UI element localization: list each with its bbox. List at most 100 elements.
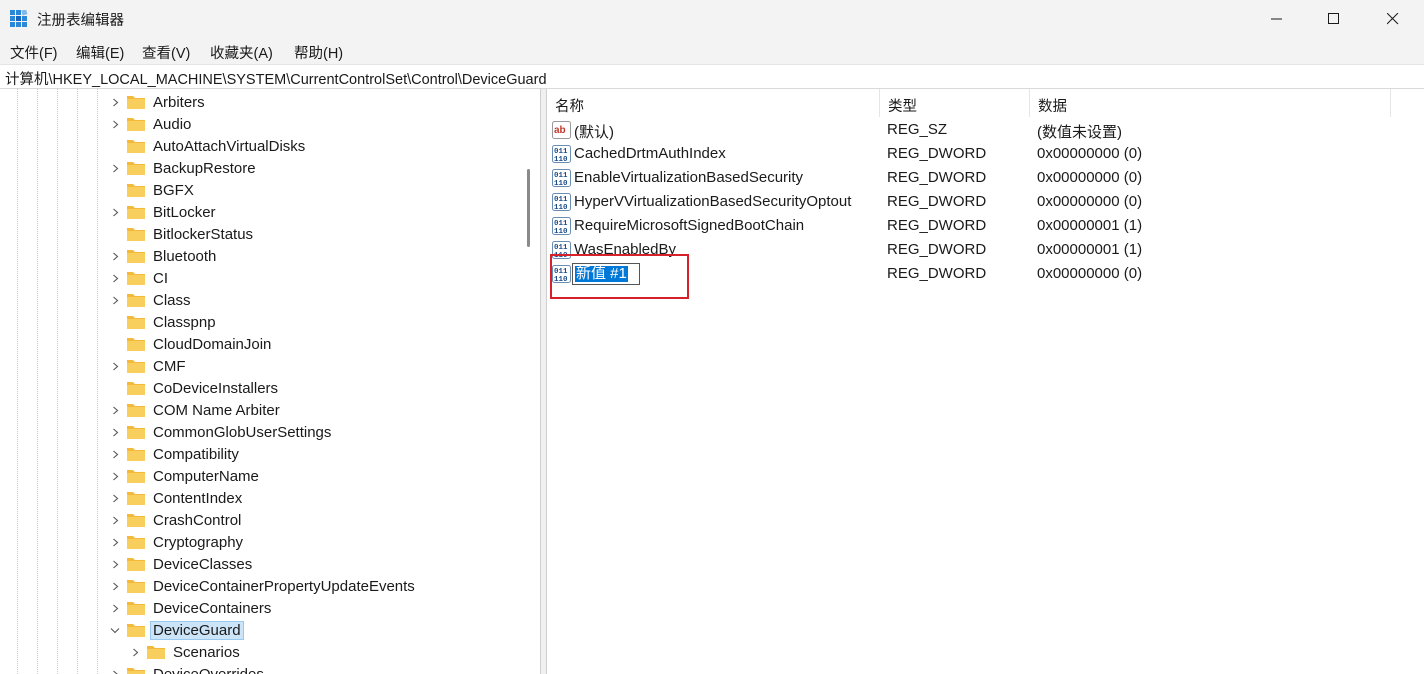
value-row[interactable]: 011 110 EnableVirtualizationBasedSecurity R… xyxy=(547,166,1424,190)
value-data: 0x00000000 (0) xyxy=(1037,193,1143,210)
tree-item[interactable]: Arbiters xyxy=(108,91,207,113)
chevron-right-icon[interactable] xyxy=(108,553,122,575)
window-title: 注册表编辑器 xyxy=(37,13,124,29)
chevron-right-icon[interactable] xyxy=(108,157,122,179)
tree-item-label: Cryptography xyxy=(153,533,244,551)
tree-item[interactable]: DeviceContainerPropertyUpdateEvents xyxy=(108,575,417,597)
menu-help[interactable]: 帮助(H) xyxy=(294,42,343,63)
tree-item[interactable]: DeviceOverrides xyxy=(108,663,266,674)
chevron-right-icon[interactable] xyxy=(108,421,122,443)
value-data: 0x00000000 (0) xyxy=(1037,169,1143,186)
chevron-right-icon[interactable] xyxy=(108,663,122,674)
tree-item[interactable]: CI xyxy=(108,267,170,289)
chevron-right-icon[interactable] xyxy=(108,509,122,531)
close-button[interactable] xyxy=(1364,0,1422,38)
address-path[interactable]: 计算机\HKEY_LOCAL_MACHINE\SYSTEM\CurrentCon… xyxy=(5,68,547,89)
folder-icon xyxy=(126,402,146,418)
value-row[interactable]: 011 110 CachedDrtmAuthIndex REG_DWORD 0x0000… xyxy=(547,142,1424,166)
tree-item[interactable]: CMF xyxy=(108,355,188,377)
svg-text:110: 110 xyxy=(554,180,568,187)
chevron-right-icon[interactable] xyxy=(108,597,122,619)
chevron-right-icon[interactable] xyxy=(108,289,122,311)
value-row[interactable]: 011 110 HyperVVirtualizationBasedSecurityO… xyxy=(547,190,1424,214)
tree-item[interactable]: Compatibility xyxy=(108,443,241,465)
svg-text:011: 011 xyxy=(554,244,568,252)
tree-item[interactable]: Cryptography xyxy=(108,531,245,553)
chevron-right-icon[interactable] xyxy=(108,465,122,487)
tree-item[interactable]: DeviceContainers xyxy=(108,597,273,619)
tree-item[interactable]: BGFX xyxy=(108,179,196,201)
tree-item[interactable]: Class xyxy=(108,289,193,311)
folder-icon xyxy=(126,116,146,132)
folder-icon xyxy=(126,424,146,440)
value-type: REG_DWORD xyxy=(887,265,987,282)
tree-item[interactable]: Bluetooth xyxy=(108,245,218,267)
chevron-down-icon[interactable] xyxy=(108,619,122,641)
chevron-right-icon[interactable] xyxy=(108,245,122,267)
chevron-right-icon[interactable] xyxy=(108,355,122,377)
value-type: REG_SZ xyxy=(887,121,948,138)
chevron-right-icon[interactable] xyxy=(108,443,122,465)
tree-item[interactable]: AutoAttachVirtualDisks xyxy=(108,135,307,157)
tree-scrollbar[interactable] xyxy=(521,89,540,674)
tree-item[interactable]: ContentIndex xyxy=(108,487,244,509)
tree-item-label: CMF xyxy=(153,357,186,375)
value-row[interactable]: ab (默认) REG_SZ (数值未设置) xyxy=(547,118,1424,142)
tree-item[interactable]: Audio xyxy=(108,113,193,135)
folder-icon xyxy=(126,226,146,242)
tree-item-label: CloudDomainJoin xyxy=(153,335,272,353)
tree-item[interactable]: DeviceClasses xyxy=(108,553,254,575)
tree-item[interactable]: CrashControl xyxy=(108,509,243,531)
column-header-type[interactable]: 类型 xyxy=(880,89,1030,117)
tree-item[interactable]: CommonGlobUserSettings xyxy=(108,421,333,443)
tree-item[interactable]: CloudDomainJoin xyxy=(108,333,273,355)
value-type: REG_DWORD xyxy=(887,193,987,210)
value-row[interactable]: 011 110 RequireMicrosoftSignedBootChain REG… xyxy=(547,214,1424,238)
chevron-right-icon[interactable] xyxy=(108,487,122,509)
tree-guide-line xyxy=(37,89,38,674)
menu-bar: 文件(F) 编辑(E) 查看(V) 收藏夹(A) 帮助(H) xyxy=(0,38,1424,64)
folder-icon xyxy=(126,534,146,550)
binary-value-icon: 011 110 xyxy=(552,217,571,236)
chevron-right-icon[interactable] xyxy=(108,267,122,289)
chevron-right-icon[interactable] xyxy=(108,531,122,553)
tree-scrollbar-thumb[interactable] xyxy=(527,169,530,247)
menu-favorites[interactable]: 收藏夹(A) xyxy=(210,42,273,63)
key-tree-pane[interactable]: Arbiters Audio AutoAttachVirtualDisks Backu… xyxy=(0,89,541,674)
chevron-right-icon[interactable] xyxy=(108,91,122,113)
folder-icon xyxy=(126,204,146,220)
close-icon xyxy=(1387,13,1399,25)
chevron-right-icon[interactable] xyxy=(128,641,142,663)
tree-item[interactable]: DeviceGuard xyxy=(108,619,244,641)
menu-file[interactable]: 文件(F) xyxy=(10,42,58,63)
folder-icon xyxy=(126,248,146,264)
minimize-button[interactable] xyxy=(1248,0,1306,38)
tree-item-label: DeviceOverrides xyxy=(153,665,264,674)
column-header-name[interactable]: 名称 xyxy=(547,89,880,117)
tree-item-label: DeviceContainers xyxy=(153,599,272,617)
chevron-right-icon[interactable] xyxy=(108,575,122,597)
folder-icon xyxy=(126,292,146,308)
value-data: 0x00000001 (1) xyxy=(1037,217,1143,234)
tree-item[interactable]: BitLocker xyxy=(108,201,218,223)
chevron-right-icon[interactable] xyxy=(108,399,122,421)
tree-item[interactable]: Scenarios xyxy=(128,641,242,663)
tree-item[interactable]: BackupRestore xyxy=(108,157,258,179)
tree-item[interactable]: Classpnp xyxy=(108,311,218,333)
tree-item[interactable]: BitlockerStatus xyxy=(108,223,255,245)
annotation-highlight-box xyxy=(550,254,689,299)
tree-guide-line xyxy=(17,89,18,674)
tree-item[interactable]: CoDeviceInstallers xyxy=(108,377,280,399)
tree-item[interactable]: COM Name Arbiter xyxy=(108,399,282,421)
folder-icon xyxy=(126,160,146,176)
menu-edit[interactable]: 编辑(E) xyxy=(76,42,124,63)
values-list-pane[interactable]: 名称 类型 数据 ab (默认) REG_SZ (数值未设置) 011 110 Cached… xyxy=(547,89,1424,674)
maximize-button[interactable] xyxy=(1305,0,1363,38)
menu-view[interactable]: 查看(V) xyxy=(142,42,190,63)
value-data: 0x00000001 (1) xyxy=(1037,241,1143,258)
address-bar[interactable]: 计算机\HKEY_LOCAL_MACHINE\SYSTEM\CurrentCon… xyxy=(0,64,1424,89)
tree-item[interactable]: ComputerName xyxy=(108,465,261,487)
chevron-right-icon[interactable] xyxy=(108,201,122,223)
chevron-right-icon[interactable] xyxy=(108,113,122,135)
column-header-data[interactable]: 数据 xyxy=(1030,89,1391,117)
